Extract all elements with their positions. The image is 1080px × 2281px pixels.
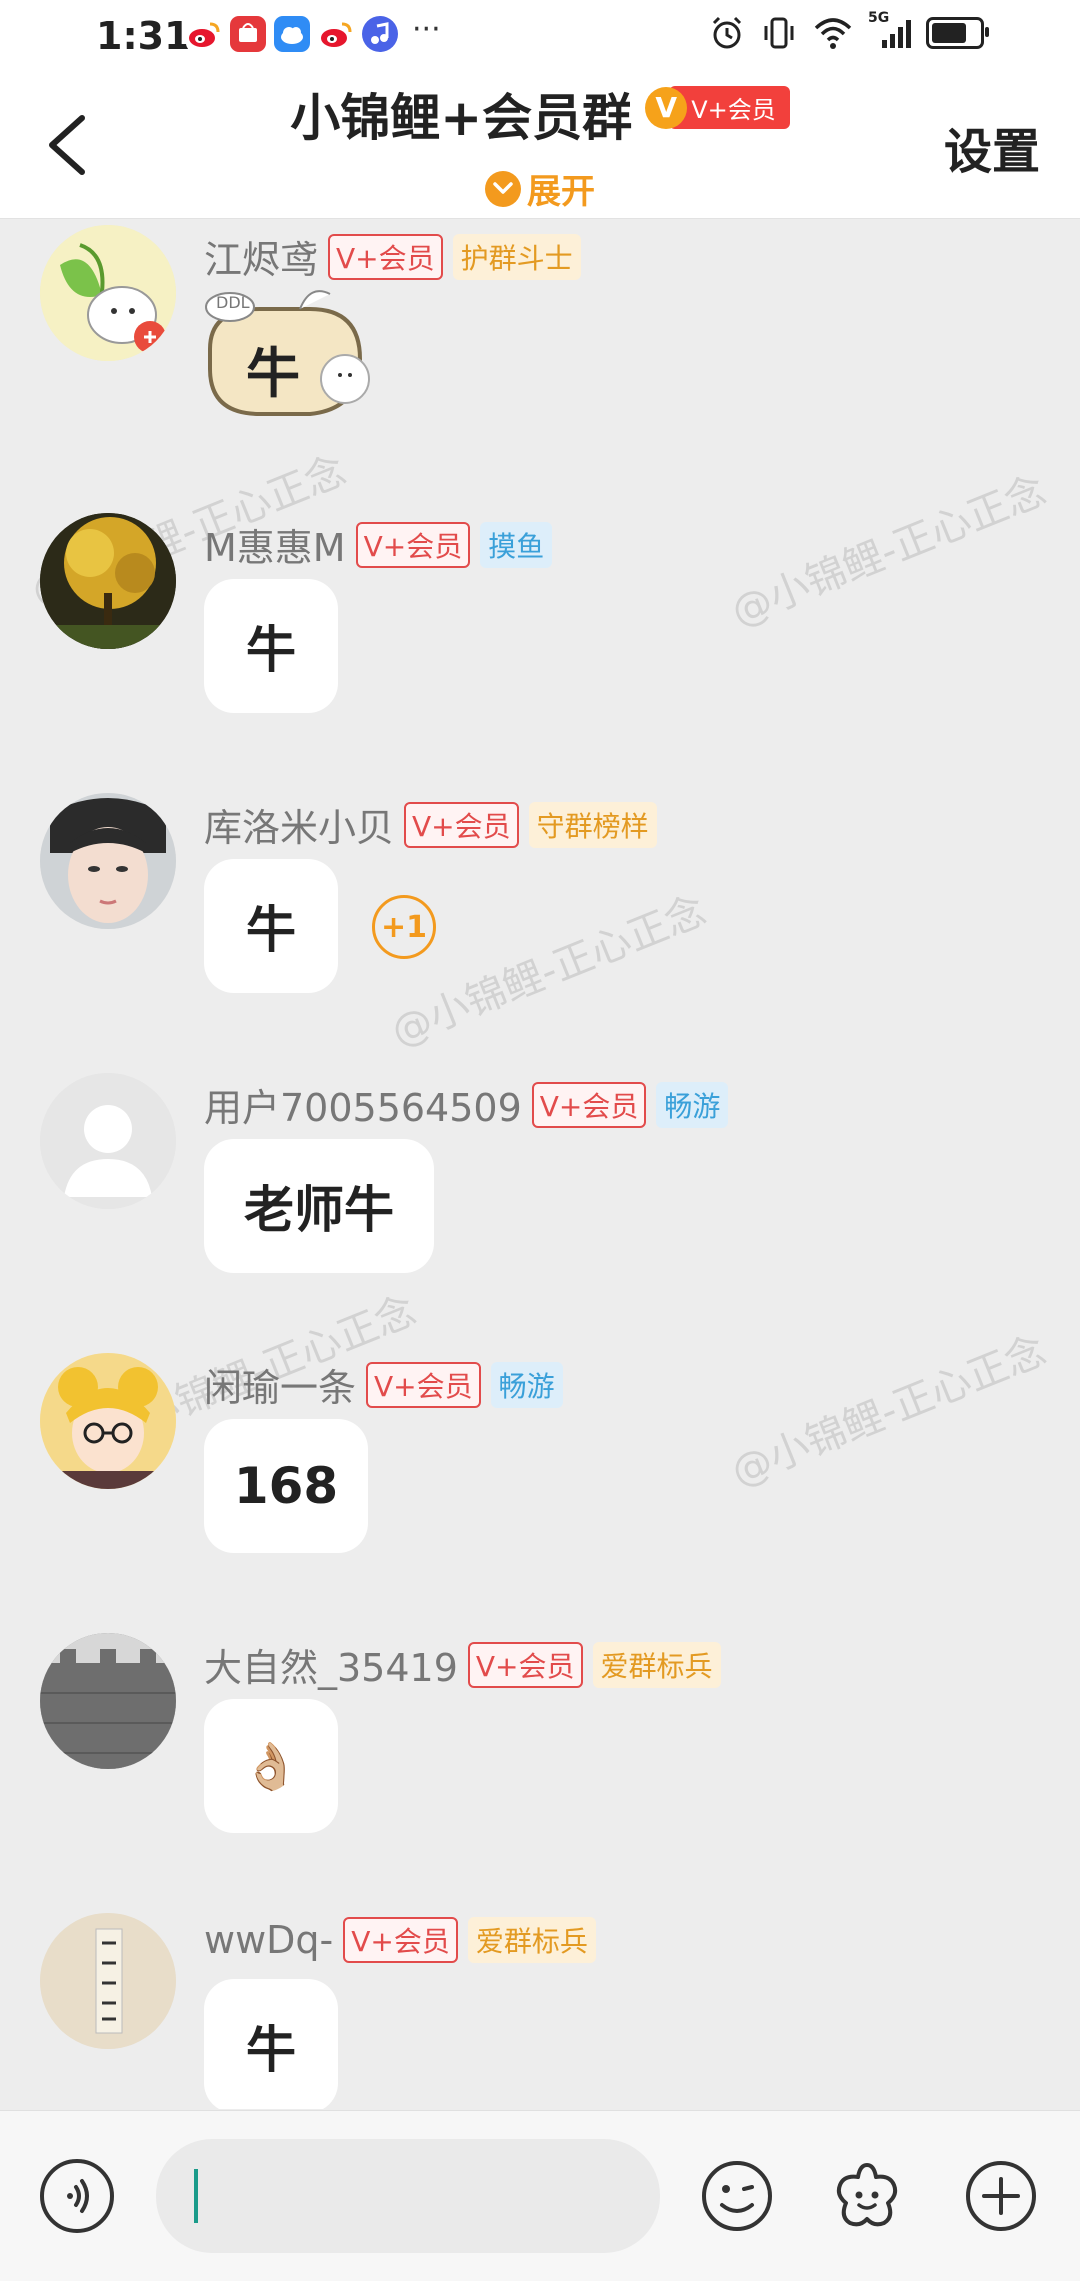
username[interactable]: M惠惠M bbox=[204, 517, 346, 572]
sticker-text: 牛 bbox=[246, 342, 300, 405]
emoji-icon bbox=[702, 2161, 772, 2231]
signal-icon: 5G bbox=[868, 10, 912, 52]
sticker-icon bbox=[836, 2163, 898, 2227]
username[interactable]: 用户7005564509 bbox=[204, 1077, 522, 1132]
vip-member-tag: V+会员 bbox=[343, 1917, 458, 1963]
rank-tag: 爱群标兵 bbox=[592, 1641, 721, 1688]
vip-v-icon: V bbox=[645, 86, 688, 129]
avatar[interactable] bbox=[40, 1913, 176, 2049]
rank-tag: 畅游 bbox=[490, 1361, 563, 1408]
settings-button[interactable]: 设置 bbox=[944, 112, 1040, 182]
avatar[interactable] bbox=[40, 793, 176, 929]
watermark: @小锦鲤-正心正念 bbox=[725, 1327, 1053, 1496]
vip-member-tag: V+会员 bbox=[355, 521, 471, 568]
username[interactable]: 江烬鸢 bbox=[204, 229, 318, 284]
message-bubble[interactable]: 牛 bbox=[204, 579, 338, 713]
message-header: 库洛米小贝 V+会员 守群榜样 bbox=[204, 797, 657, 852]
status-app-icons: ··· bbox=[186, 12, 441, 52]
username[interactable]: 大自然_35419 bbox=[204, 1637, 458, 1692]
message-header: M惠惠M V+会员 摸鱼 bbox=[204, 517, 553, 572]
rank-tag: 摸鱼 bbox=[480, 521, 553, 568]
avatar[interactable] bbox=[40, 1633, 176, 1769]
sticker-tag: DDL bbox=[216, 293, 250, 312]
message-header: wwDq- V+会员 爱群标兵 bbox=[204, 1917, 596, 1963]
message-bubble[interactable]: 牛 bbox=[204, 859, 338, 993]
message-bubble[interactable]: 老师牛 bbox=[204, 1139, 434, 1273]
more-button[interactable] bbox=[964, 2159, 1038, 2233]
battery-icon bbox=[926, 17, 989, 49]
emoji-button[interactable] bbox=[700, 2159, 774, 2233]
message-bubble[interactable]: 168 bbox=[204, 1419, 368, 1553]
watermark: @小锦鲤-正心正念 bbox=[725, 467, 1053, 636]
message-header: 江烬鸢 V+会员 护群斗士 bbox=[204, 229, 581, 284]
plus-icon bbox=[966, 2161, 1036, 2231]
message-header: 用户7005564509 V+会员 畅游 bbox=[204, 1077, 729, 1132]
page-title: 小锦鲤+会员群 bbox=[290, 89, 633, 147]
username[interactable]: 库洛米小贝 bbox=[204, 797, 394, 852]
avatar[interactable] bbox=[40, 513, 176, 649]
status-time: 1:31 bbox=[96, 14, 191, 58]
default-avatar[interactable] bbox=[40, 1073, 176, 1209]
avatar[interactable] bbox=[40, 225, 176, 361]
vip-member-tag: V+会员 bbox=[366, 1361, 481, 1408]
vip-member-tag: V+会员 bbox=[328, 233, 443, 280]
voice-button[interactable] bbox=[40, 2159, 114, 2233]
chat-header: 小锦鲤+会员群 V V+会员 展开 设置 bbox=[0, 72, 1080, 219]
input-bar bbox=[0, 2110, 1080, 2281]
watermark: @小锦鲤-正心正念 bbox=[385, 887, 713, 1056]
message-bubble[interactable]: 牛 bbox=[204, 1979, 338, 2109]
weibo-app-icon-2 bbox=[318, 16, 354, 52]
message-header: 大自然_35419 V+会员 爱群标兵 bbox=[204, 1637, 721, 1692]
alarm-icon bbox=[712, 16, 742, 49]
title-row: 小锦鲤+会员群 V V+会员 bbox=[0, 78, 1080, 150]
vip-badge-label: V+会员 bbox=[669, 86, 790, 129]
voice-icon bbox=[67, 2179, 89, 2213]
default-user-icon bbox=[40, 1073, 176, 1209]
rank-tag: 爱群标兵 bbox=[467, 1917, 596, 1963]
plus-one-button[interactable]: +1 bbox=[372, 895, 436, 959]
vip-member-tag: V+会员 bbox=[467, 1641, 583, 1688]
battery-level-fill bbox=[932, 23, 966, 43]
message-input[interactable] bbox=[156, 2139, 660, 2253]
wifi-icon bbox=[814, 18, 852, 49]
message-bubble[interactable]: 👌🏼 bbox=[204, 1699, 338, 1833]
status-indicators: 5G bbox=[708, 10, 989, 52]
rank-tag: 畅游 bbox=[656, 1081, 729, 1128]
username[interactable]: 闲瑜一条 bbox=[204, 1357, 356, 1412]
cloud-app-icon bbox=[274, 16, 310, 52]
huawei-mall-app-icon bbox=[230, 16, 266, 52]
username[interactable]: wwDq- bbox=[204, 1918, 333, 1962]
sticker-button[interactable] bbox=[830, 2159, 904, 2233]
weibo-app-icon bbox=[186, 16, 222, 52]
status-bar: 1:31 ··· 5G bbox=[0, 0, 1080, 72]
rank-tag: 护群斗士 bbox=[452, 233, 581, 280]
message-header: 闲瑜一条 V+会员 畅游 bbox=[204, 1357, 563, 1412]
text-cursor bbox=[194, 2169, 198, 2223]
expand-label: 展开 bbox=[527, 172, 595, 212]
more-notifications-icon: ··· bbox=[412, 11, 441, 47]
message-list[interactable]: @小锦鲤-正心正念 @小锦鲤-正心正念 @小锦鲤-正心正念 @小锦鲤-正心正念 … bbox=[0, 219, 1080, 2109]
vip-member-tag: V+会员 bbox=[404, 801, 519, 848]
sticker-message[interactable]: DDL 牛 bbox=[190, 279, 390, 449]
avatar[interactable] bbox=[40, 1353, 176, 1489]
expand-button[interactable]: 展开 bbox=[0, 164, 1080, 213]
chevron-down-icon bbox=[485, 170, 521, 207]
rank-tag: 守群榜样 bbox=[528, 801, 657, 848]
vip-member-tag: V+会员 bbox=[531, 1081, 647, 1128]
music-app-icon bbox=[362, 16, 398, 52]
vip-badge[interactable]: V V+会员 bbox=[645, 86, 790, 130]
vibrate-icon bbox=[764, 17, 794, 49]
